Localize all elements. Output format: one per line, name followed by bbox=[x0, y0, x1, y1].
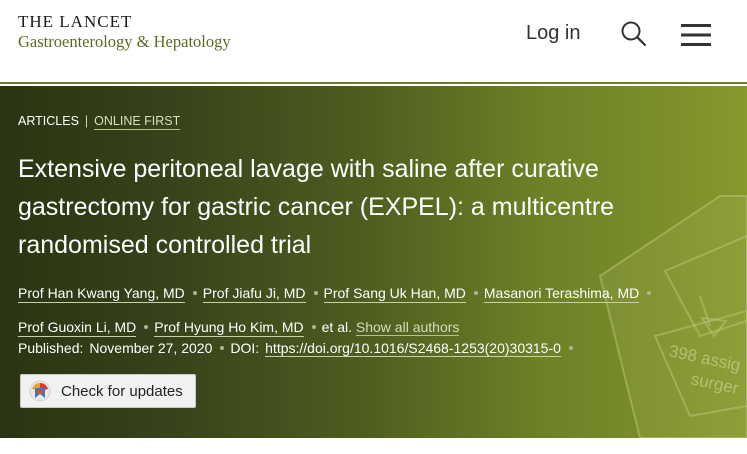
hamburger-menu-icon[interactable] bbox=[680, 23, 712, 47]
online-first-link[interactable]: ONLINE FIRST bbox=[94, 114, 181, 130]
info-separator-dot bbox=[220, 346, 225, 351]
author-link[interactable]: Masanori Terashima, MD bbox=[483, 285, 640, 303]
author-separator-dot bbox=[192, 291, 197, 296]
breadcrumb-separator: | bbox=[84, 114, 89, 128]
author-separator-dot bbox=[647, 291, 652, 296]
breadcrumb-section: ARTICLES bbox=[18, 114, 79, 128]
check-for-updates-button[interactable]: Check for updates bbox=[20, 374, 196, 408]
show-all-authors-link[interactable]: Show all authors bbox=[355, 319, 460, 336]
author-list: Prof Han Kwang Yang, MD Prof Jiafu Ji, MD… bbox=[18, 276, 738, 344]
crossmark-icon bbox=[29, 380, 51, 402]
login-link[interactable]: Log in bbox=[526, 22, 581, 45]
author-separator-dot bbox=[313, 291, 318, 296]
author-link[interactable]: Prof Jiafu Ji, MD bbox=[202, 285, 306, 303]
info-separator-dot bbox=[568, 346, 573, 351]
publication-info: Published: November 27, 2020 DOI: https://d… bbox=[18, 340, 579, 357]
site-header: THE LANCET Gastroenterology & Hepatology… bbox=[0, 0, 747, 84]
author-link[interactable]: Prof Hyung Ho Kim, MD bbox=[154, 319, 304, 337]
doi-link[interactable]: https://doi.org/10.1016/S2468-1253(20)30… bbox=[265, 340, 561, 357]
author-link[interactable]: Prof Han Kwang Yang, MD bbox=[18, 285, 185, 303]
author-link[interactable]: Prof Sang Uk Han, MD bbox=[323, 285, 466, 303]
author-separator-dot bbox=[144, 325, 149, 330]
check-for-updates-label: Check for updates bbox=[61, 382, 183, 400]
published-label: Published: bbox=[18, 340, 84, 356]
article-hero: 398 assig surger ARTICLES | ONLINE FIRST E… bbox=[0, 86, 747, 438]
search-icon[interactable] bbox=[620, 20, 646, 46]
author-separator-dot bbox=[311, 325, 316, 330]
brand-title: THE LANCET bbox=[18, 12, 133, 31]
doi-label: DOI: bbox=[230, 340, 260, 356]
author-link[interactable]: Prof Guoxin Li, MD bbox=[18, 319, 137, 337]
brand-subtitle: Gastroenterology & Hepatology bbox=[18, 32, 231, 51]
author-separator-dot bbox=[473, 291, 478, 296]
published-date: November 27, 2020 bbox=[89, 340, 213, 356]
journal-logo[interactable]: THE LANCET Gastroenterology & Hepatology bbox=[18, 13, 231, 52]
breadcrumb: ARTICLES | ONLINE FIRST bbox=[18, 114, 181, 130]
et-al-text: et al. bbox=[321, 319, 352, 335]
article-title: Extensive peritoneal lavage with saline … bbox=[18, 155, 615, 259]
